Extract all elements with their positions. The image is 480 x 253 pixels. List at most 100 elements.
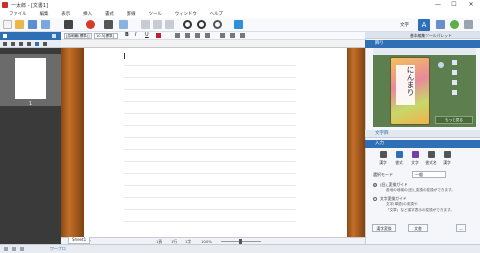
radio-guide-1[interactable] (373, 183, 377, 187)
save-as-icon[interactable] (41, 20, 50, 29)
open-folder-icon[interactable] (15, 20, 24, 29)
title-bar: 一太郎 - [文書1] — ☐ ✕ (0, 0, 480, 10)
page-line (124, 149, 296, 150)
font-color-icon[interactable] (156, 33, 161, 38)
input-mode-label: 文字 (400, 23, 409, 28)
menu-window[interactable]: ウィンドウ (175, 11, 197, 17)
option-guide-2-desc1: 文字(単語)の変換や (386, 202, 418, 206)
justify-icon[interactable] (205, 33, 210, 38)
page-line (124, 77, 296, 78)
thumb-options-icon[interactable] (43, 42, 47, 46)
minimize-button[interactable]: — (430, 0, 446, 10)
thumb-check-icon[interactable] (35, 42, 39, 46)
maximize-button[interactable]: ☐ (446, 0, 462, 10)
thumb-list-icon[interactable] (19, 42, 23, 46)
input-tab-kanji-2[interactable]: 漢字 (440, 151, 454, 166)
screen-icon[interactable] (234, 20, 243, 29)
list-icon[interactable] (240, 33, 245, 38)
pen-icon[interactable] (452, 60, 457, 65)
grid-icon[interactable] (436, 20, 445, 29)
section-input-header[interactable]: 入力 (365, 140, 480, 148)
close-button[interactable]: ✕ (463, 0, 479, 10)
status-icon-2[interactable] (12, 247, 16, 251)
outdent-icon[interactable] (230, 33, 235, 38)
status-icon-1[interactable] (4, 247, 8, 251)
section-font-decor[interactable]: 文字飾 (365, 130, 480, 138)
thumb-grid-icon[interactable] (27, 42, 31, 46)
wood-background-left (61, 48, 84, 237)
settings-icon[interactable] (464, 20, 473, 29)
font-mode-icon[interactable]: A (418, 19, 430, 31)
app-icon (2, 2, 8, 8)
tag-icon[interactable] (452, 70, 457, 75)
paste-icon[interactable] (165, 20, 174, 29)
cut-icon[interactable] (141, 20, 150, 29)
menu-insert[interactable]: 挿入 (83, 11, 92, 17)
align-center-icon[interactable] (185, 33, 190, 38)
page-line (124, 185, 296, 186)
align-left-icon[interactable] (175, 33, 180, 38)
radio-guide-2[interactable] (373, 197, 377, 201)
panel-close-icon[interactable] (52, 34, 56, 38)
print-icon[interactable] (104, 20, 113, 29)
underline-button[interactable]: U (145, 32, 149, 38)
mode-select[interactable]: 一般 (412, 171, 446, 178)
page-line (124, 101, 296, 102)
undo-icon[interactable] (183, 20, 192, 29)
kanji-convert-button[interactable]: 漢字変換 (372, 224, 396, 232)
assist-icon[interactable] (450, 20, 459, 29)
menu-bar: ファイル 編集 表示 挿入 書式 罫線 ツール ウィンドウ ヘルプ (0, 10, 480, 18)
input-tab-char[interactable]: 文字 (408, 151, 422, 166)
page-line (124, 89, 296, 90)
input-tab-format-name[interactable]: 書式名 (424, 151, 438, 166)
menu-tools[interactable]: ツール (149, 11, 162, 17)
page-line (124, 221, 296, 222)
palette-header: 基本編集ツールパレット (365, 32, 480, 39)
collapse-button[interactable]: — (456, 224, 466, 232)
indent-icon[interactable] (220, 33, 225, 38)
menu-format[interactable]: 書式 (105, 11, 114, 17)
panel-menu-icon[interactable] (3, 34, 7, 38)
page-line (124, 113, 296, 114)
preview-icon[interactable] (119, 20, 128, 29)
document-button[interactable]: 文書 (408, 224, 428, 232)
device-icon[interactable] (64, 20, 73, 29)
bold-button[interactable]: B (125, 32, 129, 38)
copy-icon[interactable] (153, 20, 162, 29)
window-title: 一太郎 - [文書1] (11, 3, 49, 9)
page-line (124, 125, 296, 126)
menu-file[interactable]: ファイル (9, 11, 27, 17)
more-button[interactable]: もっと見る (435, 116, 473, 124)
stamp-icon[interactable] (438, 62, 444, 68)
char-icon (411, 151, 419, 158)
page-line (124, 161, 296, 162)
input-tab-kanji[interactable]: 漢字 (376, 151, 390, 166)
menu-edit[interactable]: 編集 (40, 11, 49, 17)
align-right-icon[interactable] (195, 33, 200, 38)
kanji-2-icon (443, 151, 451, 158)
frame-icon[interactable] (452, 80, 457, 85)
font-size-select[interactable]: 10.5[標準] (94, 33, 118, 39)
star-icon[interactable] (452, 90, 457, 95)
stop-icon[interactable] (86, 20, 95, 29)
thumb-view-icon[interactable] (3, 42, 7, 46)
font-name-select[interactable]: [游明朝(標準)] (64, 33, 92, 39)
input-tab-format[interactable]: 書式 (392, 151, 406, 166)
page-thumbnail[interactable] (15, 58, 46, 99)
sheet-tab[interactable]: Sheet1 (68, 237, 91, 244)
status-icon-3[interactable] (20, 247, 24, 251)
document-status-bar: + 1頁 1行 1字 100% (61, 237, 365, 244)
search-icon[interactable] (213, 20, 222, 29)
status-mode-text: ワープロ (50, 246, 66, 251)
save-icon[interactable] (28, 20, 37, 29)
document-page[interactable] (84, 48, 347, 237)
horizontal-ruler[interactable] (61, 40, 365, 48)
section-decor-header[interactable]: 飾り (365, 40, 480, 48)
thumb-zoom-icon[interactable] (11, 42, 15, 46)
menu-ruled-line[interactable]: 罫線 (127, 11, 136, 17)
menu-help[interactable]: ヘルプ (210, 11, 223, 17)
italic-button[interactable]: I (135, 32, 136, 38)
new-document-icon[interactable] (3, 20, 12, 29)
redo-icon[interactable] (197, 20, 206, 29)
menu-view[interactable]: 表示 (61, 11, 70, 17)
